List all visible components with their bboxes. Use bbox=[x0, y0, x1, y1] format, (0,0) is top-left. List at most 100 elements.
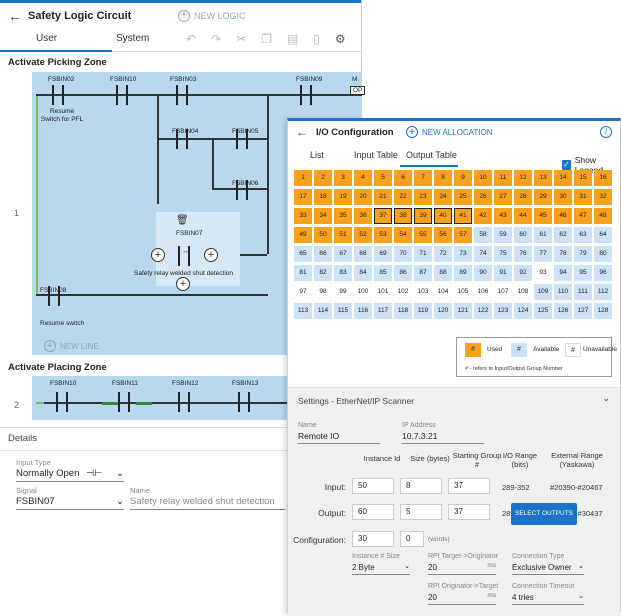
group-cell[interactable]: 59 bbox=[494, 227, 512, 243]
group-cell[interactable]: 22 bbox=[394, 189, 412, 205]
group-cell[interactable]: 8 bbox=[434, 170, 452, 186]
redo-icon[interactable]: ↷ bbox=[211, 32, 221, 46]
group-cell[interactable]: 123 bbox=[494, 303, 512, 319]
group-cell[interactable]: 2 bbox=[314, 170, 332, 186]
chevron-down-icon[interactable]: ⌄ bbox=[602, 393, 610, 404]
group-cell[interactable]: 1 bbox=[294, 170, 312, 186]
group-cell[interactable]: 75 bbox=[494, 246, 512, 262]
cut-icon[interactable]: ✂ bbox=[236, 32, 246, 46]
group-cell[interactable]: 54 bbox=[394, 227, 412, 243]
config-size-field[interactable]: 0 bbox=[400, 531, 424, 547]
group-cell[interactable]: 49 bbox=[294, 227, 312, 243]
group-cell[interactable]: 67 bbox=[334, 246, 352, 262]
group-cell[interactable]: 44 bbox=[514, 208, 532, 224]
ip-address-field[interactable]: 10.7.3.21 bbox=[402, 431, 484, 444]
group-cell[interactable]: 88 bbox=[434, 265, 452, 281]
group-cell[interactable]: 23 bbox=[414, 189, 432, 205]
info-icon[interactable]: i bbox=[600, 126, 612, 138]
group-cell[interactable]: 70 bbox=[394, 246, 412, 262]
group-cell[interactable]: 37 bbox=[374, 208, 392, 224]
tab-system[interactable]: System bbox=[116, 33, 149, 44]
group-cell[interactable]: 80 bbox=[594, 246, 612, 262]
group-cell[interactable]: 58 bbox=[474, 227, 492, 243]
group-cell[interactable]: 32 bbox=[594, 189, 612, 205]
select-outputs-button[interactable]: SELECT OUTPUTS bbox=[511, 503, 577, 525]
group-cell[interactable]: 95 bbox=[574, 265, 592, 281]
group-cell[interactable]: 103 bbox=[414, 284, 432, 300]
group-cell[interactable]: 53 bbox=[374, 227, 392, 243]
group-cell[interactable]: 108 bbox=[514, 284, 532, 300]
group-cell[interactable]: 13 bbox=[534, 170, 552, 186]
output-size-field[interactable]: 5 bbox=[400, 504, 442, 520]
group-cell[interactable]: 116 bbox=[354, 303, 372, 319]
group-cell[interactable]: 38 bbox=[394, 208, 412, 224]
add-left-icon[interactable]: + bbox=[151, 248, 165, 262]
contact-fsbin12[interactable] bbox=[178, 392, 190, 412]
group-cell[interactable]: 87 bbox=[414, 265, 432, 281]
group-cell[interactable]: 107 bbox=[494, 284, 512, 300]
group-cell[interactable]: 65 bbox=[294, 246, 312, 262]
output-start-field[interactable]: 37 bbox=[448, 504, 490, 520]
group-cell[interactable]: 79 bbox=[574, 246, 592, 262]
group-cell[interactable]: 30 bbox=[554, 189, 572, 205]
contact-fsbin13[interactable] bbox=[238, 392, 250, 412]
instance-size-select[interactable]: 2 Byte ⌄ bbox=[352, 563, 410, 575]
group-cell[interactable]: 78 bbox=[554, 246, 572, 262]
group-cell[interactable]: 117 bbox=[374, 303, 392, 319]
back-arrow-icon[interactable]: ← bbox=[8, 8, 28, 24]
group-cell[interactable]: 63 bbox=[574, 227, 592, 243]
group-cell[interactable]: 120 bbox=[434, 303, 452, 319]
group-cell[interactable]: 29 bbox=[534, 189, 552, 205]
undo-icon[interactable]: ↶ bbox=[186, 32, 196, 46]
tab-list[interactable]: List bbox=[310, 150, 324, 160]
group-cell[interactable]: 43 bbox=[494, 208, 512, 224]
delete-icon[interactable]: ▯ bbox=[313, 32, 320, 46]
group-cell[interactable]: 85 bbox=[374, 265, 392, 281]
contact-fsbin03[interactable] bbox=[176, 85, 188, 105]
group-cell[interactable]: 125 bbox=[534, 303, 552, 319]
group-cell[interactable]: 104 bbox=[434, 284, 452, 300]
group-cell[interactable]: 112 bbox=[594, 284, 612, 300]
group-cell[interactable]: 111 bbox=[574, 284, 592, 300]
new-line-button[interactable]: + NEW LINE bbox=[44, 340, 99, 352]
contact-fsbin05[interactable] bbox=[236, 129, 248, 149]
group-cell[interactable]: 66 bbox=[314, 246, 332, 262]
group-cell[interactable]: 99 bbox=[334, 284, 352, 300]
group-cell[interactable]: 76 bbox=[514, 246, 532, 262]
group-cell[interactable]: 11 bbox=[494, 170, 512, 186]
group-cell[interactable]: 124 bbox=[514, 303, 532, 319]
back-arrow-icon[interactable]: ← bbox=[296, 125, 308, 139]
group-cell[interactable]: 12 bbox=[514, 170, 532, 186]
group-cell[interactable]: 18 bbox=[314, 189, 332, 205]
group-cell[interactable]: 5 bbox=[374, 170, 392, 186]
group-cell[interactable]: 24 bbox=[434, 189, 452, 205]
group-cell[interactable]: 101 bbox=[374, 284, 392, 300]
group-cell[interactable]: 114 bbox=[314, 303, 332, 319]
group-cell[interactable]: 77 bbox=[534, 246, 552, 262]
group-cell[interactable]: 4 bbox=[354, 170, 372, 186]
group-cell[interactable]: 74 bbox=[474, 246, 492, 262]
group-cell[interactable]: 40 bbox=[434, 208, 452, 224]
group-cell[interactable]: 102 bbox=[394, 284, 412, 300]
group-cell[interactable]: 115 bbox=[334, 303, 352, 319]
group-cell[interactable]: 31 bbox=[574, 189, 592, 205]
group-cell[interactable]: 33 bbox=[294, 208, 312, 224]
group-cell[interactable]: 109 bbox=[534, 284, 552, 300]
contact-fsbin10[interactable] bbox=[56, 392, 68, 412]
group-cell[interactable]: 21 bbox=[374, 189, 392, 205]
new-allocation-button[interactable]: + NEW ALLOCATION bbox=[406, 126, 493, 138]
add-right-icon[interactable]: + bbox=[204, 248, 218, 262]
group-cell[interactable]: 97 bbox=[294, 284, 312, 300]
contact-fsbin06[interactable] bbox=[236, 180, 248, 200]
group-cell[interactable]: 57 bbox=[454, 227, 472, 243]
group-cell[interactable]: 110 bbox=[554, 284, 572, 300]
group-cell[interactable]: 118 bbox=[394, 303, 412, 319]
group-cell[interactable]: 92 bbox=[514, 265, 532, 281]
group-cell[interactable]: 56 bbox=[434, 227, 452, 243]
settings-gear-icon[interactable]: ⚙ bbox=[335, 32, 346, 46]
connection-timeout-select[interactable]: 4 tries ⌄ bbox=[512, 593, 584, 605]
input-type-select[interactable]: Normally Open ⊣⊢ ⌄ bbox=[16, 468, 124, 482]
group-cell[interactable]: 119 bbox=[414, 303, 432, 319]
group-cell[interactable]: 72 bbox=[434, 246, 452, 262]
input-size-field[interactable]: 8 bbox=[400, 478, 442, 494]
